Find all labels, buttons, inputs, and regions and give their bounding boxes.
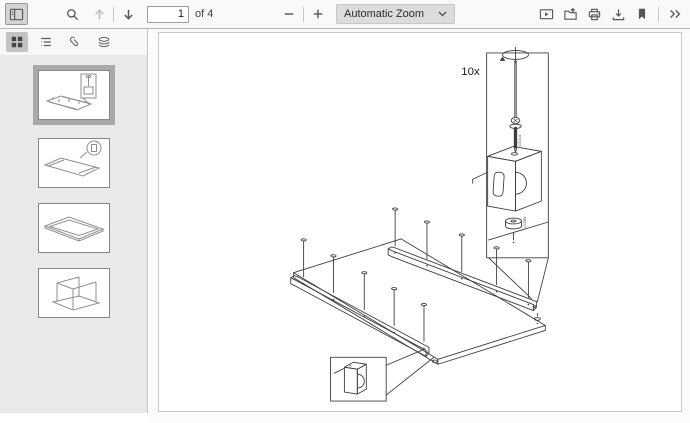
layers-icon [97, 35, 111, 49]
sidebar [0, 29, 148, 413]
zoom-select-value: Automatic Zoom [344, 8, 424, 20]
sidebar-view-switcher [0, 29, 147, 55]
find-button[interactable] [61, 3, 83, 25]
assembly-illustration: 10x 100214 [159, 33, 681, 411]
plus-icon [311, 7, 325, 21]
thumbnails-view-button[interactable] [6, 32, 28, 52]
screw-part-number: 100214 [518, 135, 522, 146]
thumbnail-image [39, 204, 109, 252]
zoom-select[interactable]: Automatic Zoom [336, 4, 455, 24]
toolbar-left-group: of 4 [5, 0, 213, 28]
screw-hole-dots [303, 252, 529, 349]
layers-view-button[interactable] [93, 32, 115, 52]
thumbnail-list [0, 55, 147, 413]
grid-icon [10, 35, 24, 49]
screws-left-rail [301, 239, 427, 342]
toolbar: of 4 Automatic Zoom [0, 0, 690, 29]
print-button[interactable] [583, 3, 605, 25]
toolbar-right-group [535, 0, 686, 28]
divider [658, 7, 659, 22]
page-count-label: of 4 [195, 8, 213, 20]
presentation-mode-button[interactable] [535, 3, 557, 25]
folder-open-arrow-icon [563, 7, 578, 22]
minus-icon [282, 7, 296, 21]
download-button[interactable] [607, 3, 629, 25]
quantity-label: 10x [461, 66, 480, 78]
pdf-viewer: of 4 Automatic Zoom [0, 0, 690, 423]
double-chevron-right-icon [668, 7, 682, 21]
viewer-area[interactable]: 10x 100214 [149, 29, 690, 423]
attachments-view-button[interactable] [64, 32, 86, 52]
magnifier-icon [65, 7, 80, 22]
thumbnail-page-3[interactable] [38, 203, 110, 253]
thumbnail-page-4[interactable] [38, 268, 110, 318]
toggle-sidebar-button[interactable] [5, 3, 28, 25]
washer-part-number: 100365 [523, 217, 527, 228]
page-number-input[interactable] [147, 6, 189, 23]
screen-play-icon [539, 7, 554, 22]
thumbnail-page-1[interactable] [38, 70, 110, 120]
zoom-out-button[interactable] [278, 3, 300, 25]
thumbnail-image [39, 269, 109, 317]
chevron-down-icon [438, 11, 447, 17]
divider [113, 7, 114, 22]
thumbnail-page-2[interactable] [38, 138, 110, 188]
arrow-up-icon [92, 7, 107, 22]
outline-view-button[interactable] [35, 32, 57, 52]
bookmark-icon [635, 7, 649, 21]
paperclip-icon [68, 35, 82, 49]
thumbnail-image [39, 71, 109, 119]
toolbar-center-group: Automatic Zoom [278, 0, 455, 28]
list-icon [39, 35, 53, 49]
current-view-button[interactable] [631, 3, 653, 25]
previous-page-button[interactable] [88, 3, 110, 25]
printer-icon [587, 7, 602, 22]
open-file-button[interactable] [559, 3, 581, 25]
divider [303, 7, 304, 22]
download-arrow-tray-icon [611, 7, 626, 22]
arrow-down-icon [121, 7, 136, 22]
more-tools-button[interactable] [664, 3, 686, 25]
sidebar-panel-icon [9, 7, 24, 22]
next-page-button[interactable] [117, 3, 139, 25]
thumbnail-image [39, 139, 109, 187]
zoom-in-button[interactable] [307, 3, 329, 25]
screws-right-rail [393, 208, 531, 298]
pdf-page-1: 10x 100214 [158, 32, 682, 412]
